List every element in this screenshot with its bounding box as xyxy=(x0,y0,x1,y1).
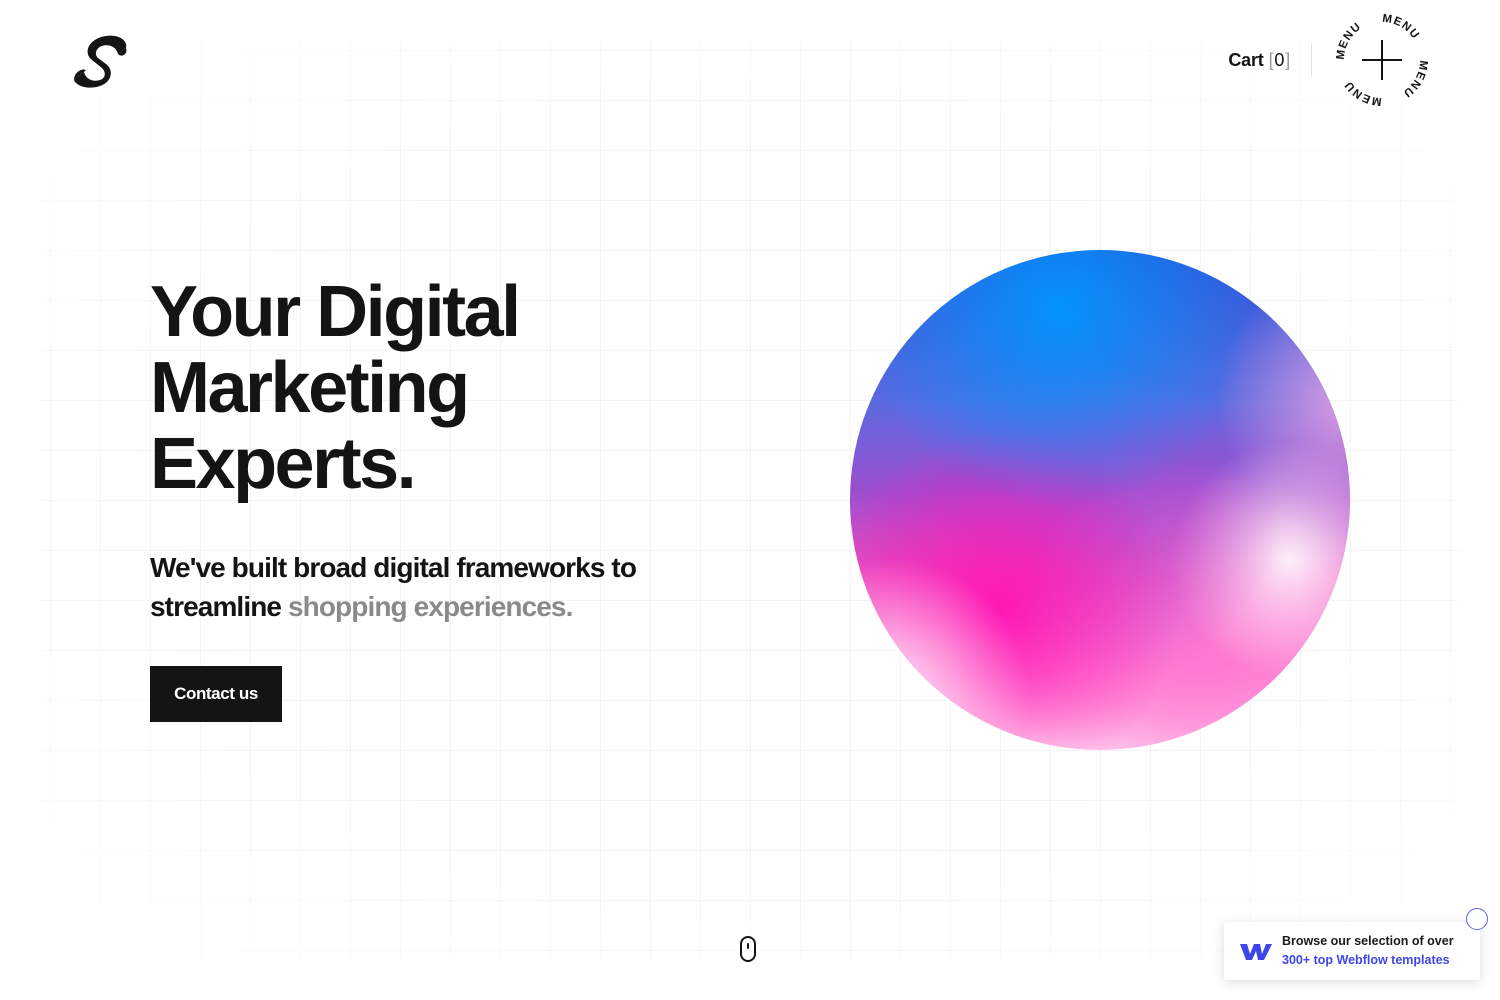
menu-ring: MENU MENU MENU MENU xyxy=(1335,13,1429,108)
cart-bracket-close: ] xyxy=(1285,49,1290,70)
brand-logo-link[interactable] xyxy=(72,32,130,90)
menu-ring-label-1: MENU xyxy=(1335,20,1363,60)
hero-title-line-3: Experts. xyxy=(150,424,417,504)
plus-menu-icon xyxy=(1362,40,1402,80)
svg-text:MENU: MENU xyxy=(1400,60,1429,100)
badge-close-button[interactable] xyxy=(1466,908,1488,930)
webflow-badge-line-2: 300+ top Webflow templates xyxy=(1282,953,1450,967)
webflow-logo-icon xyxy=(1240,944,1272,960)
hero-title-line-1: Your Digital xyxy=(150,272,521,352)
svg-text:MENU: MENU xyxy=(1342,78,1382,107)
svg-text:MENU: MENU xyxy=(1382,13,1422,42)
webflow-badge-line-1: Browse our selection of over xyxy=(1282,934,1454,948)
menu-ring-label-4: MENU xyxy=(1342,78,1381,107)
cart-count: 0 xyxy=(1274,49,1285,70)
cart-label: Cart xyxy=(1228,49,1264,70)
menu-ring-label-2: MENU xyxy=(1382,13,1421,42)
hero-subtitle: We've built broad digital frameworks to … xyxy=(150,548,710,626)
svg-text:MENU: MENU xyxy=(1335,20,1364,60)
hero-subtitle-muted: shopping experiences. xyxy=(287,591,573,622)
mouse-wheel xyxy=(747,943,749,949)
contact-us-button[interactable]: Contact us xyxy=(150,666,282,722)
brand-s-logo-icon xyxy=(74,35,127,88)
webflow-badge-text: Browse our selection of over 300+ top We… xyxy=(1282,932,1454,970)
hero-title: Your Digital Marketing Experts. xyxy=(150,274,710,502)
webflow-templates-badge[interactable]: Browse our selection of over 300+ top We… xyxy=(1224,922,1480,980)
header-divider xyxy=(1311,43,1312,77)
menu-button[interactable]: MENU MENU MENU MENU xyxy=(1334,12,1430,108)
menu-ring-label-3: MENU xyxy=(1400,60,1428,100)
gradient-orb-image xyxy=(850,250,1350,750)
hero-title-line-2: Marketing xyxy=(150,348,470,428)
cart-bracket-open: [ xyxy=(1268,49,1274,70)
page: Cart [ 0 ] MENU MENU MENU MENU Your Digi… xyxy=(0,0,1500,1000)
mouse-scroll-icon xyxy=(740,936,756,962)
header-actions: Cart [ 0 ] MENU MENU MENU MENU xyxy=(1228,12,1430,108)
cart-link[interactable]: Cart [ 0 ] xyxy=(1228,50,1291,71)
